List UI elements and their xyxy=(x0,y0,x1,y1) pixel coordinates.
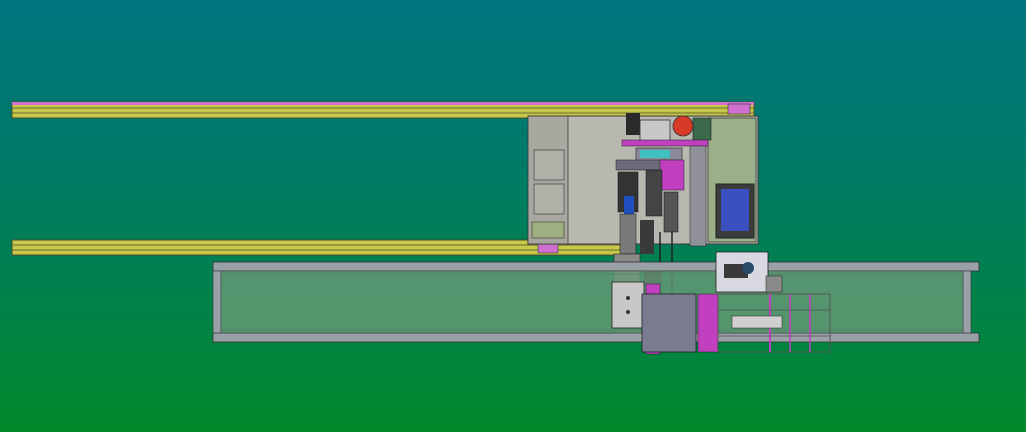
cad-assembly-drawing xyxy=(11,101,980,355)
cad-viewport[interactable] xyxy=(0,0,1026,432)
control-screen xyxy=(715,183,755,239)
lower-frame xyxy=(212,261,980,343)
